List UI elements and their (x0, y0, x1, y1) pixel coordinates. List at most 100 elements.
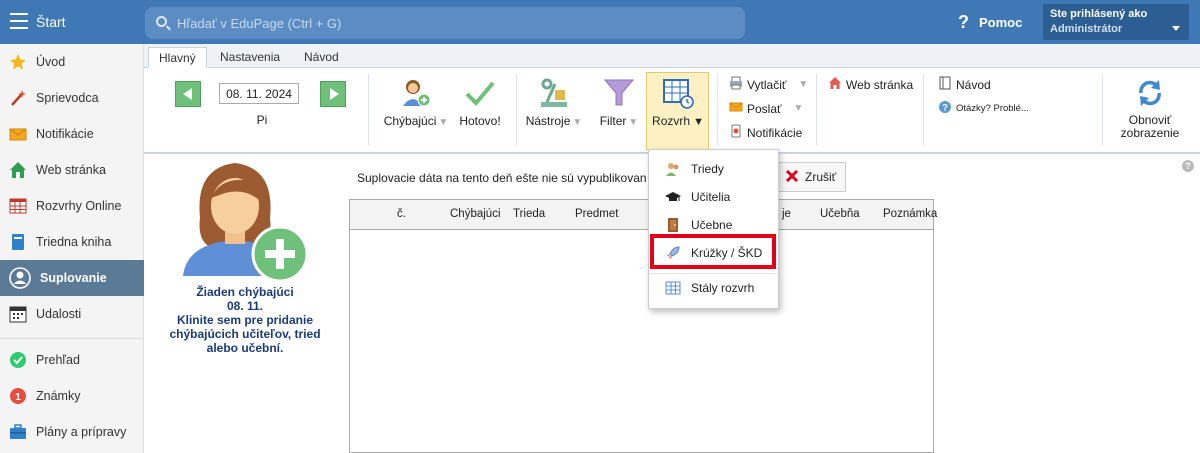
class-icon (665, 161, 681, 177)
account-line1: Ste prihlásený ako (1050, 8, 1148, 20)
tab-hlavny[interactable]: Hlavný (148, 47, 207, 68)
timetable-clock-icon (661, 76, 695, 110)
menu-item-label: Krúžky / ŠKD (691, 246, 763, 260)
refresh-button[interactable]: Obnoviť zobrazenie (1110, 76, 1190, 140)
sidebar-item-triedna-kniha[interactable]: Triedna kniha (0, 224, 144, 260)
otazky-label: Otázky? Problé... (956, 103, 1029, 114)
navod-label: Návod (956, 77, 991, 92)
nastroje-label: Nástroje (525, 114, 571, 128)
poslat-label: Poslať (747, 101, 782, 116)
svg-text:?: ? (942, 103, 948, 113)
hotovo-label: Hotovo! (459, 114, 501, 128)
notifikacie-button[interactable]: Notifikácie (729, 124, 802, 141)
poslat-button[interactable]: Poslať ▼ (729, 100, 803, 117)
column-header[interactable]: Predmet (575, 208, 618, 220)
column-header[interactable]: Učebňa (820, 208, 860, 220)
cancel-button[interactable]: Zrušiť (774, 162, 846, 192)
menu-item-staly-rozvrh[interactable]: Stály rozvrh (649, 274, 778, 302)
ribbon-toolbar: Pi Chýbajúci▼ Hotovo! Nástroje▼ Filter▼ … (144, 68, 1200, 154)
add-person-icon (399, 76, 433, 110)
sidebar-item-label: Plány a prípravy (36, 425, 127, 439)
search-box[interactable] (145, 7, 745, 39)
nastroje-button[interactable]: Nástroje ▼ (524, 76, 584, 128)
web-stranka-button[interactable]: Web stránka (828, 76, 913, 93)
help-circle-icon: ? (938, 100, 952, 117)
prev-day-button[interactable] (175, 81, 201, 107)
sidebar-item-plany[interactable]: Plány a prípravy (0, 414, 144, 450)
envelope-icon (729, 100, 743, 117)
menu-item-ucitelia[interactable]: Učitelia (649, 183, 778, 211)
phone-notification-icon (729, 124, 743, 141)
add-absent-card[interactable]: Žiaden chýbajúci 08. 11. Klinite sem pre… (165, 158, 325, 358)
sidebar-item-prehlad[interactable]: Prehľad (0, 342, 144, 378)
table-icon (665, 280, 681, 296)
book-icon (938, 76, 952, 93)
search-input[interactable] (177, 7, 737, 39)
tab-navod[interactable]: Návod (294, 47, 349, 68)
rocket-icon (665, 245, 681, 261)
column-header[interactable]: je (782, 208, 791, 220)
avatar-line5: alebo učební. (206, 341, 284, 355)
column-header[interactable]: Poznámka (883, 208, 937, 220)
sidebar-item-label: Notifikácie (36, 127, 94, 141)
sidebar-item-label: Známky (36, 389, 81, 403)
teacher-avatar-icon (183, 163, 309, 283)
next-day-button[interactable] (320, 81, 346, 107)
help-button[interactable]: ? Pomoc (958, 12, 1022, 33)
help-icon[interactable]: ? (1182, 160, 1194, 172)
person-icon (9, 267, 31, 289)
sidebar-item-sprievodca[interactable]: Sprievodca (0, 80, 144, 116)
menu-item-ucebne[interactable]: Učebne (649, 211, 778, 239)
filter-label: Filter (599, 114, 627, 128)
check-circle-icon (9, 351, 27, 369)
svg-text:1: 1 (15, 392, 21, 403)
star-icon (9, 53, 27, 71)
sidebar-item-znamky[interactable]: 1 Známky (0, 378, 144, 414)
sidebar-item-suplovanie[interactable]: Suplovanie (0, 260, 144, 296)
tab-strip: Hlavný Nastavenia Návod (144, 44, 1200, 68)
otazky-button[interactable]: ? Otázky? Problé... (938, 100, 1029, 117)
chybajuci-button[interactable]: Chýbajúci ▼ (380, 76, 452, 128)
day-name: Pi (256, 113, 268, 127)
graduation-cap-icon (665, 189, 681, 205)
notifikacie-label: Notifikácie (747, 125, 803, 140)
web-stranka-label: Web stránka (846, 77, 914, 92)
sidebar-item-label: Web stránka (36, 163, 106, 177)
chevron-down-icon: ▼ (798, 79, 809, 90)
sidebar-item-notifikacie[interactable]: Notifikácie (0, 116, 144, 152)
account-menu[interactable]: Ste prihlásený ako Administrátor (1043, 4, 1189, 40)
start-label[interactable]: Štart (36, 14, 66, 30)
sidebar-item-web-stranka[interactable]: Web stránka (0, 152, 144, 188)
ribbon-divider (516, 74, 517, 146)
column-header[interactable]: Trieda (513, 208, 545, 220)
ribbon-divider (717, 74, 718, 146)
filter-funnel-icon (602, 76, 636, 110)
menu-item-label: Učitelia (691, 190, 731, 204)
tab-nastavenia[interactable]: Nastavenia (210, 47, 290, 68)
vytlacit-button[interactable]: Vytlačiť ▼ (729, 76, 808, 93)
ribbon-divider (923, 74, 924, 146)
navod-button[interactable]: Návod (938, 76, 991, 93)
sidebar-item-label: Prehľad (36, 353, 80, 367)
calendar-icon (9, 305, 27, 323)
sidebar-item-uvod[interactable]: Úvod (0, 44, 144, 80)
sidebar-item-udalosti[interactable]: Udalosti (0, 296, 144, 332)
column-header[interactable]: č. (397, 208, 406, 220)
hotovo-button[interactable]: Hotovo! (455, 76, 505, 128)
column-header[interactable]: Chýbajúci (450, 208, 501, 220)
vytlacit-label: Vytlačiť (747, 77, 787, 92)
sidebar-item-rozvrhy-online[interactable]: Rozvrhy Online (0, 188, 144, 224)
menu-item-kruzky-skd[interactable]: Krúžky / ŠKD (649, 239, 778, 267)
envelope-icon (9, 125, 27, 143)
menu-icon[interactable] (10, 13, 28, 29)
ribbon-divider (1102, 74, 1103, 146)
date-field[interactable] (219, 83, 299, 104)
rozvrh-button[interactable]: Rozvrh ▼ (648, 76, 708, 128)
menu-item-triedy[interactable]: Triedy (649, 155, 778, 183)
substitution-table: č. Chýbajúci Trieda Predmet je Učebňa Po… (349, 199, 937, 453)
chevron-down-icon: ▼ (793, 103, 804, 114)
chevron-down-icon: ▼ (572, 117, 583, 128)
filter-button[interactable]: Filter ▼ (594, 76, 644, 128)
avatar-line1: Žiaden chýbajúci (196, 285, 294, 299)
chybajuci-label: Chýbajúci (383, 114, 437, 128)
